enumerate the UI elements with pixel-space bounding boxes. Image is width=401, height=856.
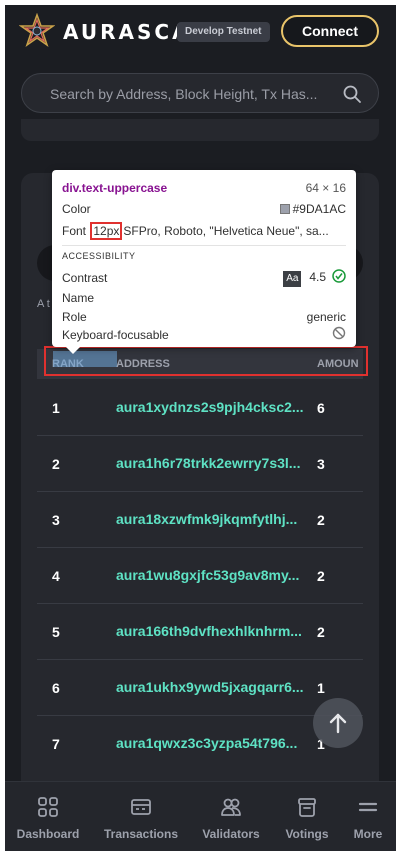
- card-description: A t: [37, 298, 50, 310]
- table-row[interactable]: 4 aura1wu8gxjfc53g9av8my... 2: [37, 548, 363, 604]
- row-rank: 6: [52, 680, 60, 696]
- tooltip-divider: [62, 245, 346, 246]
- row-amount: 3: [317, 456, 325, 472]
- aurascan-logo-icon[interactable]: [19, 13, 55, 49]
- tooltip-contrast-value: Aa 4.5: [283, 269, 346, 287]
- table-row[interactable]: 5 aura166th9dvfhexhlknhrm... 2: [37, 604, 363, 660]
- tooltip-font-line: Font 12px SFPro, Roboto, "Helvetica Neue"…: [62, 222, 350, 240]
- table-row[interactable]: 3 aura18xzwfmk9jkqmfytlhj... 2: [37, 492, 363, 548]
- tooltip-selector: div.text-uppercase: [62, 181, 168, 195]
- row-address-link[interactable]: aura1h6r78trkk2ewrry7s3l...: [116, 455, 310, 471]
- nav-label: Votings: [285, 827, 329, 841]
- row-amount: 2: [317, 512, 325, 528]
- more-icon: [358, 802, 378, 812]
- row-address-link[interactable]: aura1qwxz3c3yzpa54t796...: [116, 735, 310, 751]
- nav-item-transactions[interactable]: Transactions: [101, 782, 181, 851]
- nav-item-dashboard[interactable]: Dashboard: [9, 782, 87, 851]
- tooltip-color-value: #9DA1AC: [279, 202, 346, 216]
- nav-item-votings[interactable]: Votings: [275, 782, 339, 851]
- search-icon[interactable]: [342, 84, 362, 104]
- tooltip-role-value: generic: [306, 310, 346, 324]
- nav-label: Dashboard: [16, 827, 80, 841]
- search-bar: [21, 73, 379, 113]
- tooltip-font-family: SFPro, Roboto, "Helvetica Neue", sa...: [123, 224, 329, 238]
- network-badge: Develop Testnet: [177, 22, 270, 42]
- tooltip-color-label: Color: [62, 202, 91, 216]
- tooltip-focusable-label: Keyboard-focusable: [62, 328, 169, 342]
- row-rank: 4: [52, 568, 60, 584]
- table-row[interactable]: 1 aura1xydnzs2s9pjh4cksc2... 6: [37, 380, 363, 436]
- contrast-badge: Aa: [283, 271, 302, 287]
- row-rank: 1: [52, 400, 60, 416]
- summary-strip: [21, 119, 379, 141]
- row-address-link[interactable]: aura1ukhx9ywd5jxagqarr6...: [116, 679, 310, 695]
- tooltip-font-label: Font: [62, 224, 87, 238]
- row-rank: 2: [52, 456, 60, 472]
- bottom-navigation: Dashboard Transactions Validators Voting…: [5, 781, 396, 851]
- nav-label: Validators: [202, 827, 260, 841]
- check-circle-icon: [332, 269, 346, 283]
- nav-item-more[interactable]: More: [345, 782, 391, 851]
- app-frame: AURASCAN Develop Testnet Connect N A t R…: [5, 5, 396, 851]
- row-amount: 6: [317, 400, 325, 416]
- tooltip-size: 64 × 16: [305, 181, 346, 195]
- arrow-up-icon: [329, 713, 347, 734]
- row-amount: 1: [317, 680, 325, 696]
- transactions-icon: [131, 799, 151, 815]
- row-amount: 2: [317, 624, 325, 640]
- tooltip-section-title: ACCESSIBILITY: [62, 251, 136, 261]
- search-input[interactable]: [50, 85, 335, 103]
- nav-label: More: [353, 827, 383, 841]
- row-address-link[interactable]: aura1wu8gxjfc53g9av8my...: [116, 567, 310, 583]
- row-rank: 5: [52, 624, 60, 640]
- table-row[interactable]: 2 aura1h6r78trkk2ewrry7s3l... 3: [37, 436, 363, 492]
- tooltip-contrast-label: Contrast: [62, 271, 108, 285]
- tooltip-role-label: Role: [62, 310, 87, 324]
- contrast-ratio: 4.5: [309, 270, 326, 284]
- nav-label: Transactions: [103, 827, 179, 841]
- inspect-tooltip: div.text-uppercase 64 × 16 Color #9DA1AC…: [52, 170, 356, 354]
- row-address-link[interactable]: aura1xydnzs2s9pjh4cksc2...: [116, 399, 310, 415]
- color-hex: #9DA1AC: [292, 202, 346, 216]
- connect-button[interactable]: Connect: [281, 15, 379, 47]
- votings-icon: [298, 798, 316, 817]
- dashboard-icon: [38, 797, 58, 817]
- nav-item-validators[interactable]: Validators: [193, 782, 269, 851]
- top-header: AURASCAN Develop Testnet Connect: [5, 5, 396, 61]
- row-address-link[interactable]: aura166th9dvfhexhlknhrm...: [116, 623, 310, 639]
- color-swatch: [279, 204, 290, 214]
- row-rank: 7: [52, 736, 60, 752]
- row-address-link[interactable]: aura18xzwfmk9jkqmfytlhj...: [116, 511, 310, 527]
- tooltip-font-size: 12px: [90, 222, 123, 240]
- row-rank: 3: [52, 512, 60, 528]
- row-amount: 2: [317, 568, 325, 584]
- scroll-to-top-button[interactable]: [313, 698, 363, 748]
- annotation-box-header: [44, 346, 368, 376]
- not-allowed-icon: [332, 326, 346, 340]
- validators-icon: [221, 798, 241, 816]
- tooltip-name-label: Name: [62, 291, 95, 305]
- tooltip-focusable-value: [326, 326, 346, 341]
